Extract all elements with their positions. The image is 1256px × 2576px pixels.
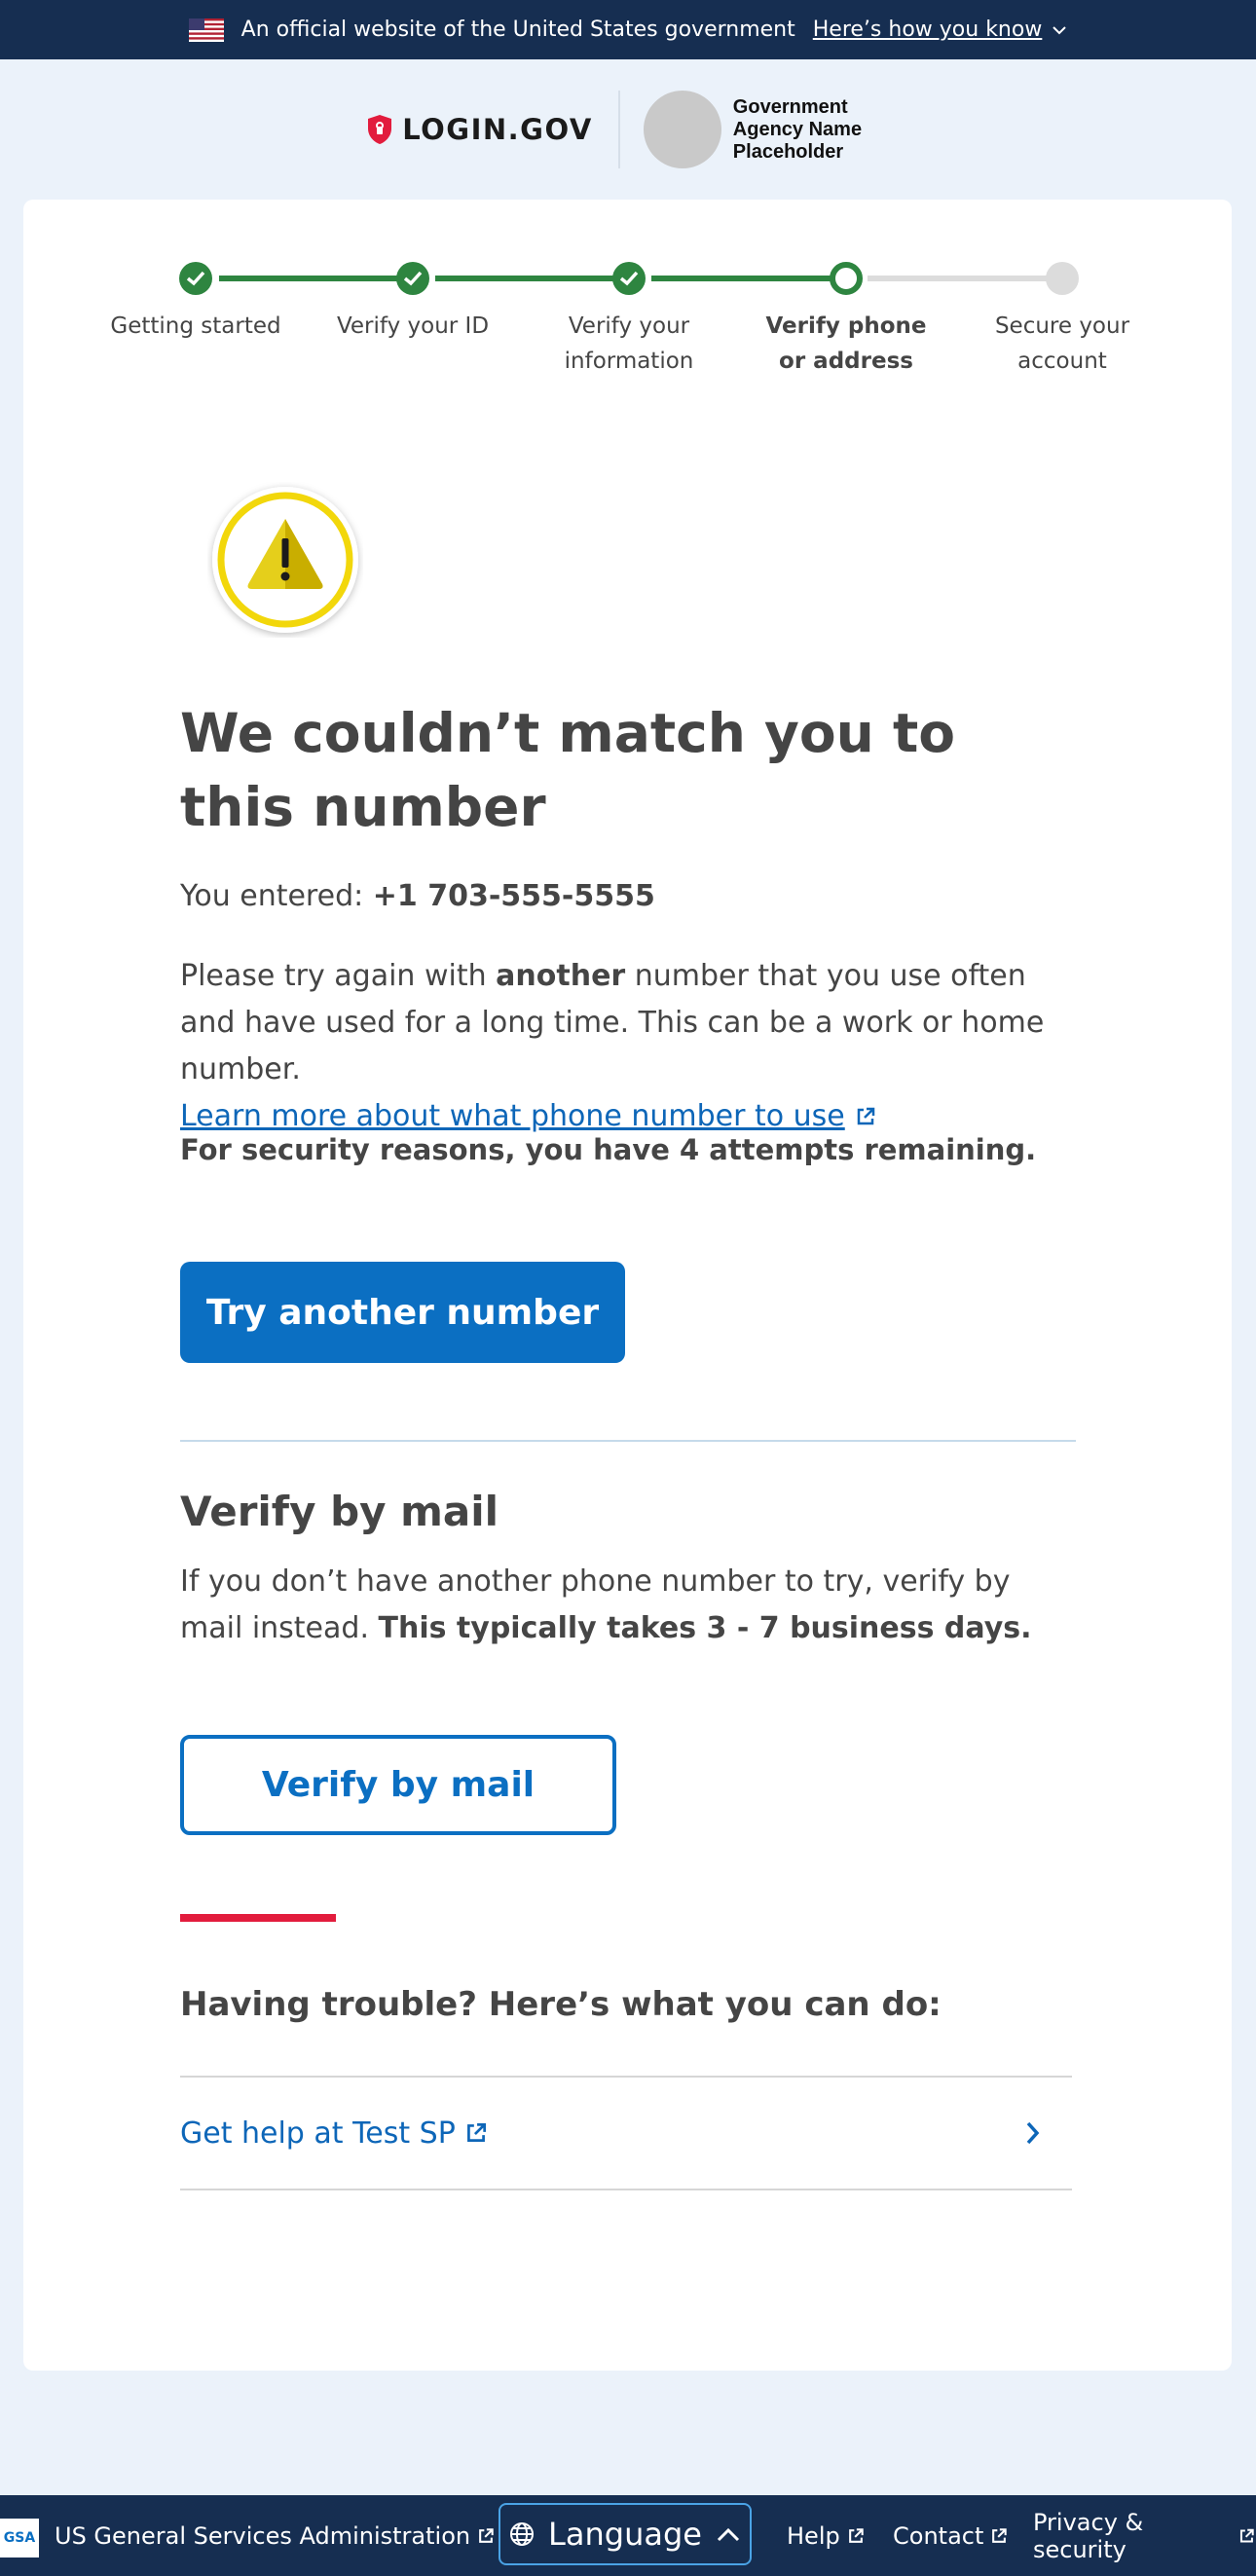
verify-by-mail-description: If you don’t have another phone number t… <box>180 1559 1076 1652</box>
retry-description: Please try again with another number tha… <box>180 953 1076 1140</box>
desc-bold: another <box>496 959 626 993</box>
step-complete-icon <box>612 262 646 295</box>
site-header: LOGIN.GOV Government Agency Name Placeho… <box>0 59 1256 200</box>
agency-name: Government Agency Name Placeholder <box>732 95 863 163</box>
external-link-icon <box>466 2122 486 2142</box>
logo-text: LOGIN.GOV <box>402 113 593 146</box>
site-footer: GSA US General Services Administration L… <box>0 2495 1256 2576</box>
gov-banner-text: An official website of the United States… <box>240 18 795 42</box>
external-link-icon <box>858 1107 875 1125</box>
get-help-label: Get help at Test SP <box>180 2116 456 2151</box>
contact-link[interactable]: Contact <box>893 2495 1009 2576</box>
step-complete-icon <box>396 262 429 295</box>
us-flag-icon <box>188 18 224 42</box>
warning-icon <box>212 487 358 633</box>
contact-label: Contact <box>893 2521 984 2550</box>
gsa-logo[interactable]: GSA <box>0 2519 39 2558</box>
entered-phone-value: +1 703-555-5555 <box>372 879 655 913</box>
attempts-remaining: For security reasons, you have 4 attempt… <box>180 1133 1037 1166</box>
privacy-label: Privacy & security <box>1033 2508 1144 2563</box>
chevron-right-icon <box>1026 2121 1040 2145</box>
troubleshooting-accent-bar <box>180 1914 336 1922</box>
mail-desc-bold: This typically takes 3 - 7 business days… <box>378 1611 1032 1645</box>
entered-label: You entered: <box>180 879 364 913</box>
heres-how-you-know-link[interactable]: Here’s how you know <box>813 18 1068 42</box>
page-heading: We couldn’t match you to this number <box>180 702 956 838</box>
step-connector <box>435 276 618 281</box>
help-label: Help <box>787 2521 840 2550</box>
main-card: Getting started Verify your ID Verify yo… <box>23 200 1232 2371</box>
chevron-up-icon <box>717 2527 740 2542</box>
get-help-link-row[interactable]: Get help at Test SP <box>180 2076 1072 2190</box>
step-label-verify-id: Verify your ID <box>336 313 490 339</box>
external-link-icon <box>992 2527 1008 2543</box>
try-another-number-button[interactable]: Try another number <box>180 1262 625 1363</box>
entered-number: You entered: +1 703-555-5555 <box>180 875 655 918</box>
step-current-icon <box>830 262 863 295</box>
step-connector <box>868 276 1051 281</box>
step-label-verify-information: Verify your information <box>564 313 694 374</box>
external-link-icon <box>479 2527 494 2543</box>
step-connector <box>219 276 402 281</box>
login-gov-logo[interactable]: LOGIN.GOV <box>367 113 593 146</box>
desc-text: Please try again with <box>180 959 497 993</box>
header-divider <box>617 91 620 168</box>
gov-banner: An official website of the United States… <box>0 0 1256 59</box>
language-label: Language <box>548 2516 702 2553</box>
heres-how-you-know-label: Here’s how you know <box>812 18 1043 42</box>
step-label-verify-phone: Verify phone or address <box>765 313 927 374</box>
shield-icon <box>368 115 392 144</box>
gsa-link[interactable]: US General Services Administration <box>55 2495 496 2576</box>
agency-logo-placeholder <box>643 91 721 168</box>
step-label-getting-started: Getting started <box>110 313 281 339</box>
help-link[interactable]: Help <box>787 2495 866 2576</box>
get-help-link[interactable]: Get help at Test SP <box>180 2116 489 2151</box>
language-button[interactable]: Language <box>499 2503 752 2565</box>
step-label-secure-account: Secure your account <box>994 313 1130 374</box>
section-divider <box>180 1440 1076 1442</box>
external-link-icon <box>1240 2528 1254 2542</box>
step-indicator: Getting started Verify your ID Verify yo… <box>23 200 1232 433</box>
verify-by-mail-heading: Verify by mail <box>180 1488 499 1535</box>
chevron-down-icon <box>1053 25 1067 34</box>
step-complete-icon <box>179 262 212 295</box>
external-link-icon <box>848 2527 864 2543</box>
gsa-link-label: US General Services Administration <box>55 2521 471 2550</box>
troubleshooting-heading: Having trouble? Here’s what you can do: <box>180 1985 942 2024</box>
step-incomplete-icon <box>1046 262 1079 295</box>
globe-icon <box>510 2522 535 2546</box>
verify-by-mail-button[interactable]: Verify by mail <box>180 1735 616 1835</box>
privacy-security-link[interactable]: Privacy & security <box>1033 2495 1256 2576</box>
step-connector <box>651 276 834 281</box>
